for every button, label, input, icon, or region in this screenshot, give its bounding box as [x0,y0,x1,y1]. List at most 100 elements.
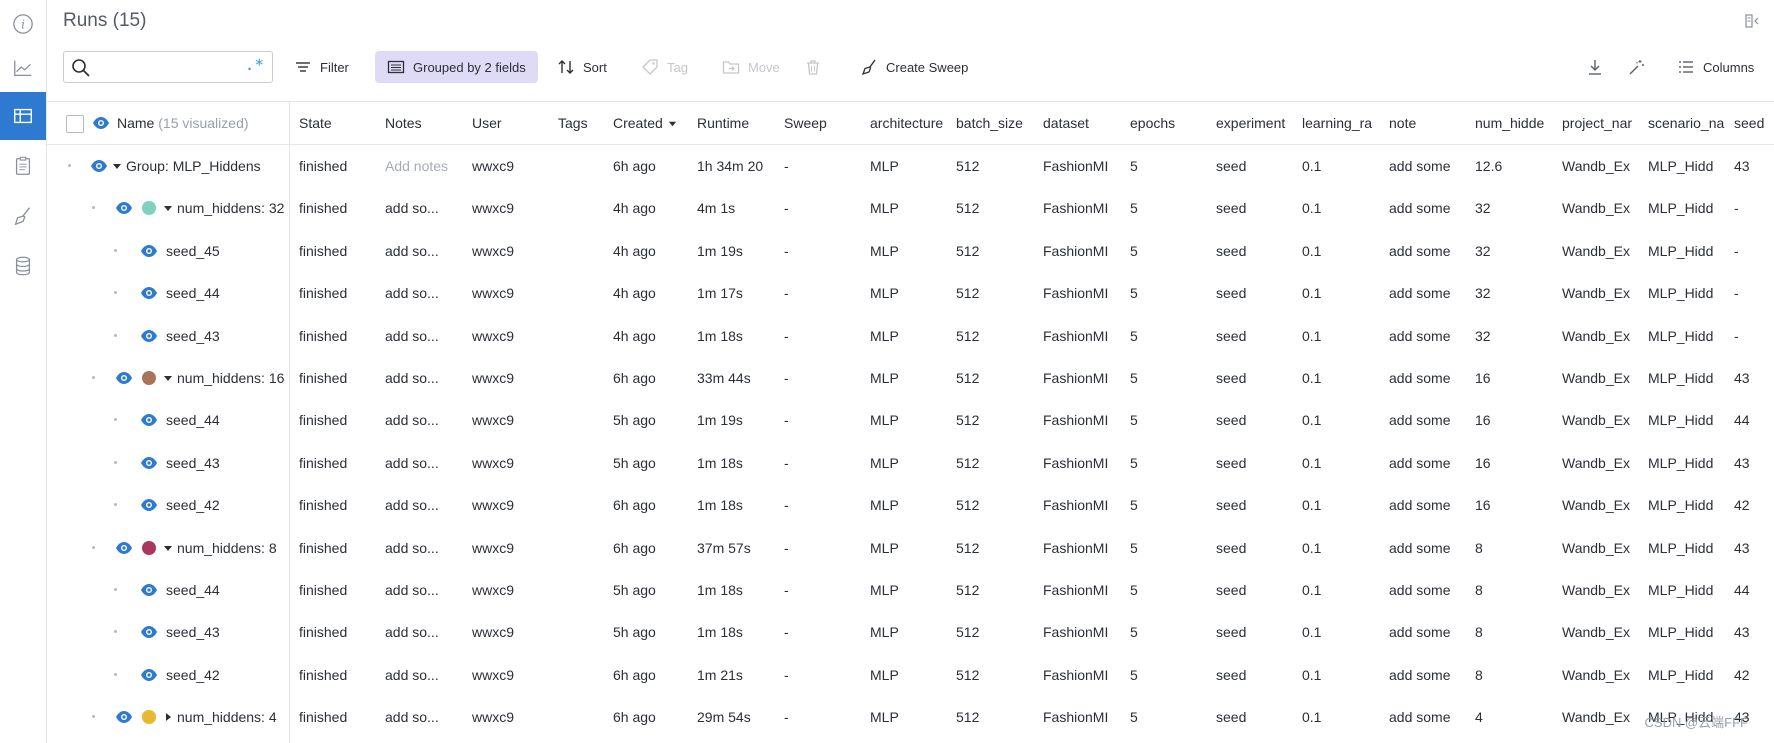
run-name[interactable]: seed_44 [166,399,286,441]
select-all-checkbox[interactable] [66,115,84,133]
cell-notes[interactable]: add so... [385,272,461,314]
run-name[interactable]: seed_43 [166,315,286,357]
header-experiment[interactable]: experiment [1216,102,1294,144]
sort-button[interactable]: Sort [557,51,607,83]
group-name[interactable]: num_hiddens: 32 [177,187,286,229]
header-sweep[interactable]: Sweep [784,102,864,144]
eye-icon[interactable] [140,497,158,513]
run-row[interactable]: seed_43 finished add so... wwxc9 5h ago 1m 18… [46,611,1774,653]
cell-notes[interactable]: add so... [385,357,461,399]
tag-button[interactable]: Tag [641,51,688,83]
delete-button[interactable] [804,51,822,83]
search-box[interactable]: .* [63,51,273,83]
eye-icon[interactable] [140,285,158,301]
header-created[interactable]: Created [613,102,693,144]
panel-collapse-icon[interactable] [1744,12,1762,30]
eye-icon[interactable] [115,200,133,216]
caret-right-icon[interactable] [163,712,173,722]
header-user[interactable]: User [472,102,552,144]
run-name[interactable]: seed_43 [166,611,286,653]
header-runtime[interactable]: Runtime [697,102,777,144]
group-row[interactable]: num_hiddens: 8 finished add so... wwxc9 6h a… [46,527,1774,569]
rail-table[interactable] [0,92,46,140]
run-row[interactable]: seed_44 finished add so... wwxc9 4h ago 1m 17… [46,272,1774,314]
search-input[interactable] [96,57,240,77]
caret-down-icon[interactable] [112,161,122,171]
run-row[interactable]: seed_43 finished add so... wwxc9 5h ago 1m 18… [46,442,1774,484]
filter-button[interactable]: Filter [294,51,349,83]
header-batch-size[interactable]: batch_size [956,102,1036,144]
header-seed[interactable]: seed [1734,102,1774,144]
run-row[interactable]: seed_42 finished add so... wwxc9 6h ago 1m 21… [46,654,1774,696]
magic-wand-button[interactable] [1627,51,1645,83]
run-row[interactable]: seed_44 finished add so... wwxc9 5h ago 1m 19… [46,399,1774,441]
columns-button[interactable]: Columns [1677,51,1754,83]
run-row[interactable]: seed_44 finished add so... wwxc9 5h ago 1m 18… [46,569,1774,611]
run-name[interactable]: seed_44 [166,272,286,314]
caret-down-icon[interactable] [163,543,173,553]
eye-icon[interactable] [115,370,133,386]
rail-charts[interactable] [0,44,46,92]
cell-notes[interactable]: add so... [385,696,461,738]
rail-sweeps[interactable] [0,192,46,240]
download-button[interactable] [1586,51,1604,83]
group-name[interactable]: num_hiddens: 16 [177,357,286,399]
header-learning-ra[interactable]: learning_ra [1302,102,1380,144]
cell-notes[interactable]: add so... [385,442,461,484]
run-row[interactable]: seed_43 finished add so... wwxc9 4h ago 1m 18… [46,315,1774,357]
group-row[interactable]: num_hiddens: 16 finished add so... wwxc9 6h … [46,357,1774,399]
cell-notes[interactable]: add so... [385,611,461,653]
header-scenario-na[interactable]: scenario_na [1648,102,1728,144]
run-name[interactable]: seed_45 [166,230,286,272]
eye-icon[interactable] [140,667,158,683]
eye-icon[interactable] [140,328,158,344]
eye-icon[interactable] [140,624,158,640]
header-notes[interactable]: Notes [385,102,465,144]
run-row[interactable]: seed_42 finished add so... wwxc9 6h ago 1m 18… [46,484,1774,526]
cell-notes[interactable]: add so... [385,315,461,357]
run-color-swatch[interactable] [142,371,156,385]
header-dataset[interactable]: dataset [1043,102,1123,144]
eye-icon[interactable] [115,540,133,556]
eye-icon[interactable] [115,709,133,725]
group-name[interactable]: num_hiddens: 4 [177,696,286,738]
rail-reports[interactable] [0,142,46,190]
cell-notes[interactable]: add so... [385,654,461,696]
run-color-swatch[interactable] [142,540,156,555]
eye-icon[interactable] [92,115,110,131]
header-tags[interactable]: Tags [558,102,608,144]
caret-down-icon[interactable] [163,203,173,213]
move-button[interactable]: Move [722,51,780,83]
header-note[interactable]: note [1389,102,1469,144]
cell-notes[interactable]: Add notes [385,145,461,187]
group-name[interactable]: num_hiddens: 8 [177,527,286,569]
header-state[interactable]: State [299,102,379,144]
eye-icon[interactable] [140,455,158,471]
regex-toggle[interactable]: .* [245,55,264,74]
group-name[interactable]: Group: MLP_Hiddens [126,145,286,187]
group-row[interactable]: Group: MLP_Hiddens finished Add notes wwxc9… [46,145,1774,187]
group-row[interactable]: num_hiddens: 4 finished add so... wwxc9 6h a… [46,696,1774,738]
run-name[interactable]: seed_44 [166,569,286,611]
eye-icon[interactable] [140,243,158,259]
header-name[interactable]: Name (15 visualized) [117,102,249,144]
create-sweep-button[interactable]: Create Sweep [860,51,968,83]
cell-notes[interactable]: add so... [385,399,461,441]
eye-icon[interactable] [90,158,108,174]
header-project-nar[interactable]: project_nar [1562,102,1642,144]
group-row[interactable]: num_hiddens: 32 finished add so... wwxc9 4h … [46,187,1774,229]
eye-icon[interactable] [140,582,158,598]
rail-info[interactable]: i [0,0,46,48]
header-num-hidde[interactable]: num_hidde [1475,102,1555,144]
run-name[interactable]: seed_43 [166,442,286,484]
group-button[interactable]: Grouped by 2 fields [375,51,538,83]
run-name[interactable]: seed_42 [166,654,286,696]
run-name[interactable]: seed_42 [166,484,286,526]
run-color-swatch[interactable] [142,710,156,725]
header-architecture[interactable]: architecture [870,102,948,144]
eye-icon[interactable] [140,412,158,428]
rail-artifacts[interactable] [0,242,46,290]
cell-notes[interactable]: add so... [385,527,461,569]
cell-notes[interactable]: add so... [385,187,461,229]
caret-down-icon[interactable] [163,373,173,383]
